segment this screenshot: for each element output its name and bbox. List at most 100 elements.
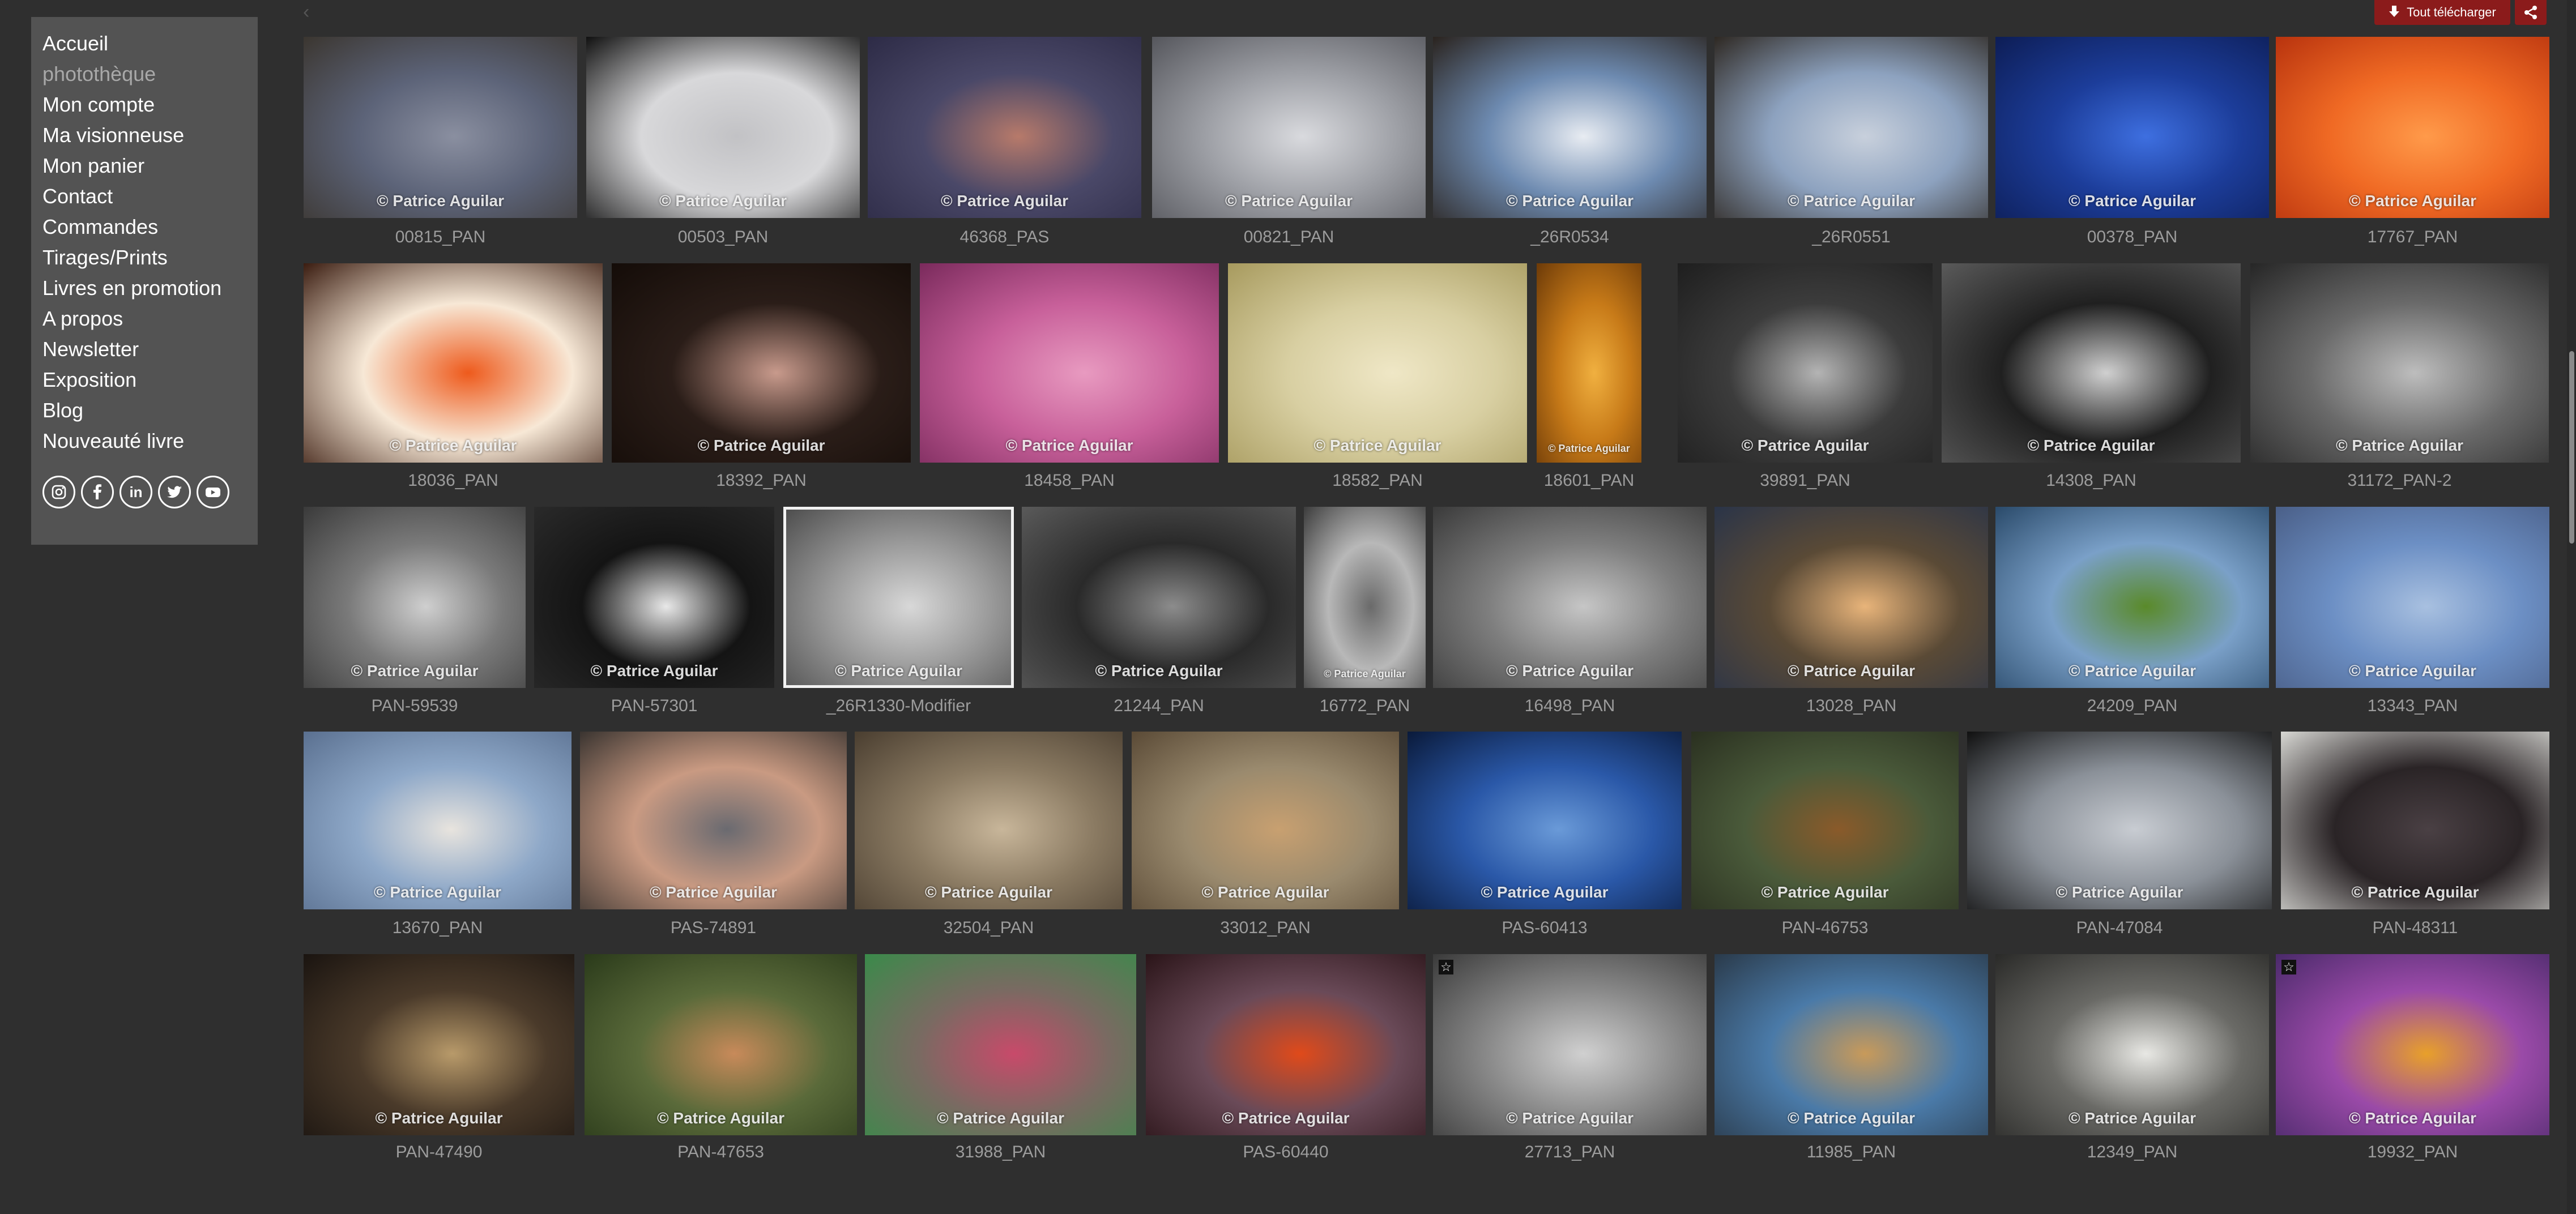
photo-thumbnail[interactable]: © Patrice Aguilar <box>868 37 1141 218</box>
photo-thumbnail[interactable]: © Patrice Aguilar <box>783 507 1014 688</box>
photo-thumbnail[interactable]: ☆ © Patrice Aguilar <box>1433 954 1707 1135</box>
photo-thumbnail[interactable]: © Patrice Aguilar <box>1691 732 1959 909</box>
photo-tile[interactable]: © Patrice Aguilar 13028_PAN <box>1715 507 1988 729</box>
photo-thumbnail[interactable]: © Patrice Aguilar <box>612 263 911 463</box>
instagram-link[interactable] <box>42 476 75 508</box>
menu-item-photothèque[interactable]: photothèque <box>42 59 221 89</box>
photo-thumbnail[interactable]: © Patrice Aguilar <box>1715 507 1988 688</box>
photo-tile[interactable]: © Patrice Aguilar 46368_PAS <box>868 37 1141 260</box>
menu-item-blog[interactable]: Blog <box>42 395 221 426</box>
photo-tile[interactable]: © Patrice Aguilar PAN-59539 <box>304 507 526 729</box>
photo-tile[interactable]: © Patrice Aguilar 18458_PAN <box>920 263 1219 504</box>
photo-thumbnail[interactable]: © Patrice Aguilar <box>1152 37 1426 218</box>
photo-tile[interactable]: © Patrice Aguilar PAS-60440 <box>1146 954 1426 1175</box>
photo-tile[interactable]: © Patrice Aguilar PAS-60413 <box>1408 732 1682 951</box>
linkedin-link[interactable]: in <box>120 476 152 508</box>
photo-thumbnail[interactable]: © Patrice Aguilar <box>855 732 1123 909</box>
download-all-button[interactable]: Tout télécharger <box>2374 0 2510 25</box>
photo-tile[interactable]: © Patrice Aguilar PAN-48311 <box>2281 732 2549 951</box>
photo-thumbnail[interactable]: © Patrice Aguilar <box>2250 263 2549 463</box>
photo-thumbnail[interactable]: © Patrice Aguilar <box>1304 507 1426 688</box>
photo-thumbnail[interactable]: © Patrice Aguilar <box>304 732 572 909</box>
facebook-link[interactable] <box>81 476 114 508</box>
photo-tile[interactable]: © Patrice Aguilar 12349_PAN <box>1995 954 2269 1175</box>
photo-tile[interactable]: © Patrice Aguilar 13670_PAN <box>304 732 572 951</box>
menu-item-livres-en-promotion[interactable]: Livres en promotion <box>42 273 221 304</box>
photo-thumbnail[interactable]: © Patrice Aguilar <box>304 507 526 688</box>
photo-tile[interactable]: © Patrice Aguilar 33012_PAN <box>1132 732 1399 951</box>
photo-tile[interactable]: © Patrice Aguilar PAN-47653 <box>585 954 857 1175</box>
menu-item-commandes[interactable]: Commandes <box>42 212 221 242</box>
photo-tile[interactable]: © Patrice Aguilar PAN-47490 <box>304 954 574 1175</box>
back-arrow-icon[interactable]: ‹ <box>303 1 309 23</box>
photo-tile[interactable]: © Patrice Aguilar 14308_PAN <box>1942 263 2241 504</box>
photo-thumbnail[interactable]: © Patrice Aguilar <box>580 732 847 909</box>
menu-item-a-propos[interactable]: A propos <box>42 304 221 334</box>
photo-tile[interactable]: ☆ © Patrice Aguilar 19932_PAN <box>2276 954 2549 1175</box>
photo-thumbnail[interactable]: © Patrice Aguilar <box>304 954 574 1135</box>
photo-thumbnail[interactable]: © Patrice Aguilar <box>920 263 1219 463</box>
photo-thumbnail[interactable]: © Patrice Aguilar <box>1433 37 1707 218</box>
scrollbar-track[interactable] <box>2567 0 2576 1214</box>
photo-thumbnail[interactable]: © Patrice Aguilar <box>1715 954 1988 1135</box>
photo-thumbnail[interactable]: © Patrice Aguilar <box>585 954 857 1135</box>
menu-item-ma-visionneuse[interactable]: Ma visionneuse <box>42 120 221 151</box>
photo-tile[interactable]: © Patrice Aguilar 16498_PAN <box>1433 507 1707 729</box>
menu-item-mon-panier[interactable]: Mon panier <box>42 151 221 181</box>
photo-thumbnail[interactable]: © Patrice Aguilar <box>1678 263 1933 463</box>
photo-tile[interactable]: © Patrice Aguilar 31988_PAN <box>865 954 1136 1175</box>
photo-tile[interactable]: © Patrice Aguilar 18582_PAN <box>1228 263 1527 504</box>
photo-tile[interactable]: © Patrice Aguilar PAN-46753 <box>1691 732 1959 951</box>
menu-item-nouveauté-livre[interactable]: Nouveauté livre <box>42 426 221 456</box>
photo-thumbnail[interactable]: © Patrice Aguilar <box>1132 732 1399 909</box>
photo-tile[interactable]: © Patrice Aguilar PAN-57301 <box>534 507 774 729</box>
photo-tile[interactable]: © Patrice Aguilar 16772_PAN <box>1304 507 1426 729</box>
photo-thumbnail[interactable]: © Patrice Aguilar <box>2276 507 2549 688</box>
photo-thumbnail[interactable]: © Patrice Aguilar <box>1995 954 2269 1135</box>
youtube-link[interactable] <box>197 476 229 508</box>
menu-item-exposition[interactable]: Exposition <box>42 365 221 395</box>
photo-thumbnail[interactable]: © Patrice Aguilar <box>1022 507 1296 688</box>
photo-tile[interactable]: © Patrice Aguilar 00378_PAN <box>1995 37 2269 260</box>
photo-thumbnail[interactable]: ☆ © Patrice Aguilar <box>2276 954 2549 1135</box>
photo-thumbnail[interactable]: © Patrice Aguilar <box>1408 732 1682 909</box>
photo-thumbnail[interactable]: © Patrice Aguilar <box>1228 263 1527 463</box>
photo-tile[interactable]: © Patrice Aguilar 00815_PAN <box>304 37 577 260</box>
photo-thumbnail[interactable]: © Patrice Aguilar <box>2281 732 2549 909</box>
photo-tile[interactable]: © Patrice Aguilar 32504_PAN <box>855 732 1123 951</box>
photo-tile[interactable]: © Patrice Aguilar 17767_PAN <box>2276 37 2549 260</box>
photo-thumbnail[interactable]: © Patrice Aguilar <box>2276 37 2549 218</box>
photo-tile[interactable]: © Patrice Aguilar 24209_PAN <box>1995 507 2269 729</box>
photo-thumbnail[interactable]: © Patrice Aguilar <box>304 37 577 218</box>
photo-tile[interactable]: ☆ © Patrice Aguilar 27713_PAN <box>1433 954 1707 1175</box>
photo-thumbnail[interactable]: © Patrice Aguilar <box>1942 263 2241 463</box>
favorite-star-icon[interactable]: ☆ <box>1439 960 1453 974</box>
photo-tile[interactable]: © Patrice Aguilar 21244_PAN <box>1022 507 1296 729</box>
photo-thumbnail[interactable]: © Patrice Aguilar <box>586 37 860 218</box>
photo-tile[interactable]: © Patrice Aguilar 13343_PAN <box>2276 507 2549 729</box>
photo-tile[interactable]: © Patrice Aguilar PAS-74891 <box>580 732 847 951</box>
photo-tile[interactable]: © Patrice Aguilar 39891_PAN <box>1678 263 1933 504</box>
photo-tile[interactable]: © Patrice Aguilar 00503_PAN <box>586 37 860 260</box>
photo-tile[interactable]: © Patrice Aguilar 31172_PAN-2 <box>2250 263 2549 504</box>
photo-thumbnail[interactable]: © Patrice Aguilar <box>1715 37 1988 218</box>
photo-thumbnail[interactable]: © Patrice Aguilar <box>1433 507 1707 688</box>
photo-thumbnail[interactable]: © Patrice Aguilar <box>1995 507 2269 688</box>
favorite-star-icon[interactable]: ☆ <box>2281 960 2296 974</box>
menu-item-accueil[interactable]: Accueil <box>42 28 221 59</box>
menu-item-newsletter[interactable]: Newsletter <box>42 334 221 365</box>
photo-tile[interactable]: © Patrice Aguilar 11985_PAN <box>1715 954 1988 1175</box>
photo-tile[interactable]: © Patrice Aguilar _26R0534 <box>1433 37 1707 260</box>
photo-tile[interactable]: © Patrice Aguilar PAN-47084 <box>1967 732 2272 951</box>
photo-thumbnail[interactable]: © Patrice Aguilar <box>865 954 1136 1135</box>
photo-thumbnail[interactable]: © Patrice Aguilar <box>1995 37 2269 218</box>
photo-tile[interactable]: © Patrice Aguilar _26R1330-Modifier <box>783 507 1014 729</box>
menu-item-tirages-prints[interactable]: Tirages/Prints <box>42 242 221 273</box>
photo-tile[interactable]: © Patrice Aguilar 18601_PAN <box>1537 263 1641 504</box>
menu-item-contact[interactable]: Contact <box>42 181 221 212</box>
photo-thumbnail[interactable]: © Patrice Aguilar <box>304 263 603 463</box>
photo-thumbnail[interactable]: © Patrice Aguilar <box>1967 732 2272 909</box>
photo-tile[interactable]: © Patrice Aguilar _26R0551 <box>1715 37 1988 260</box>
photo-tile[interactable]: © Patrice Aguilar 00821_PAN <box>1152 37 1426 260</box>
menu-item-mon-compte[interactable]: Mon compte <box>42 89 221 120</box>
